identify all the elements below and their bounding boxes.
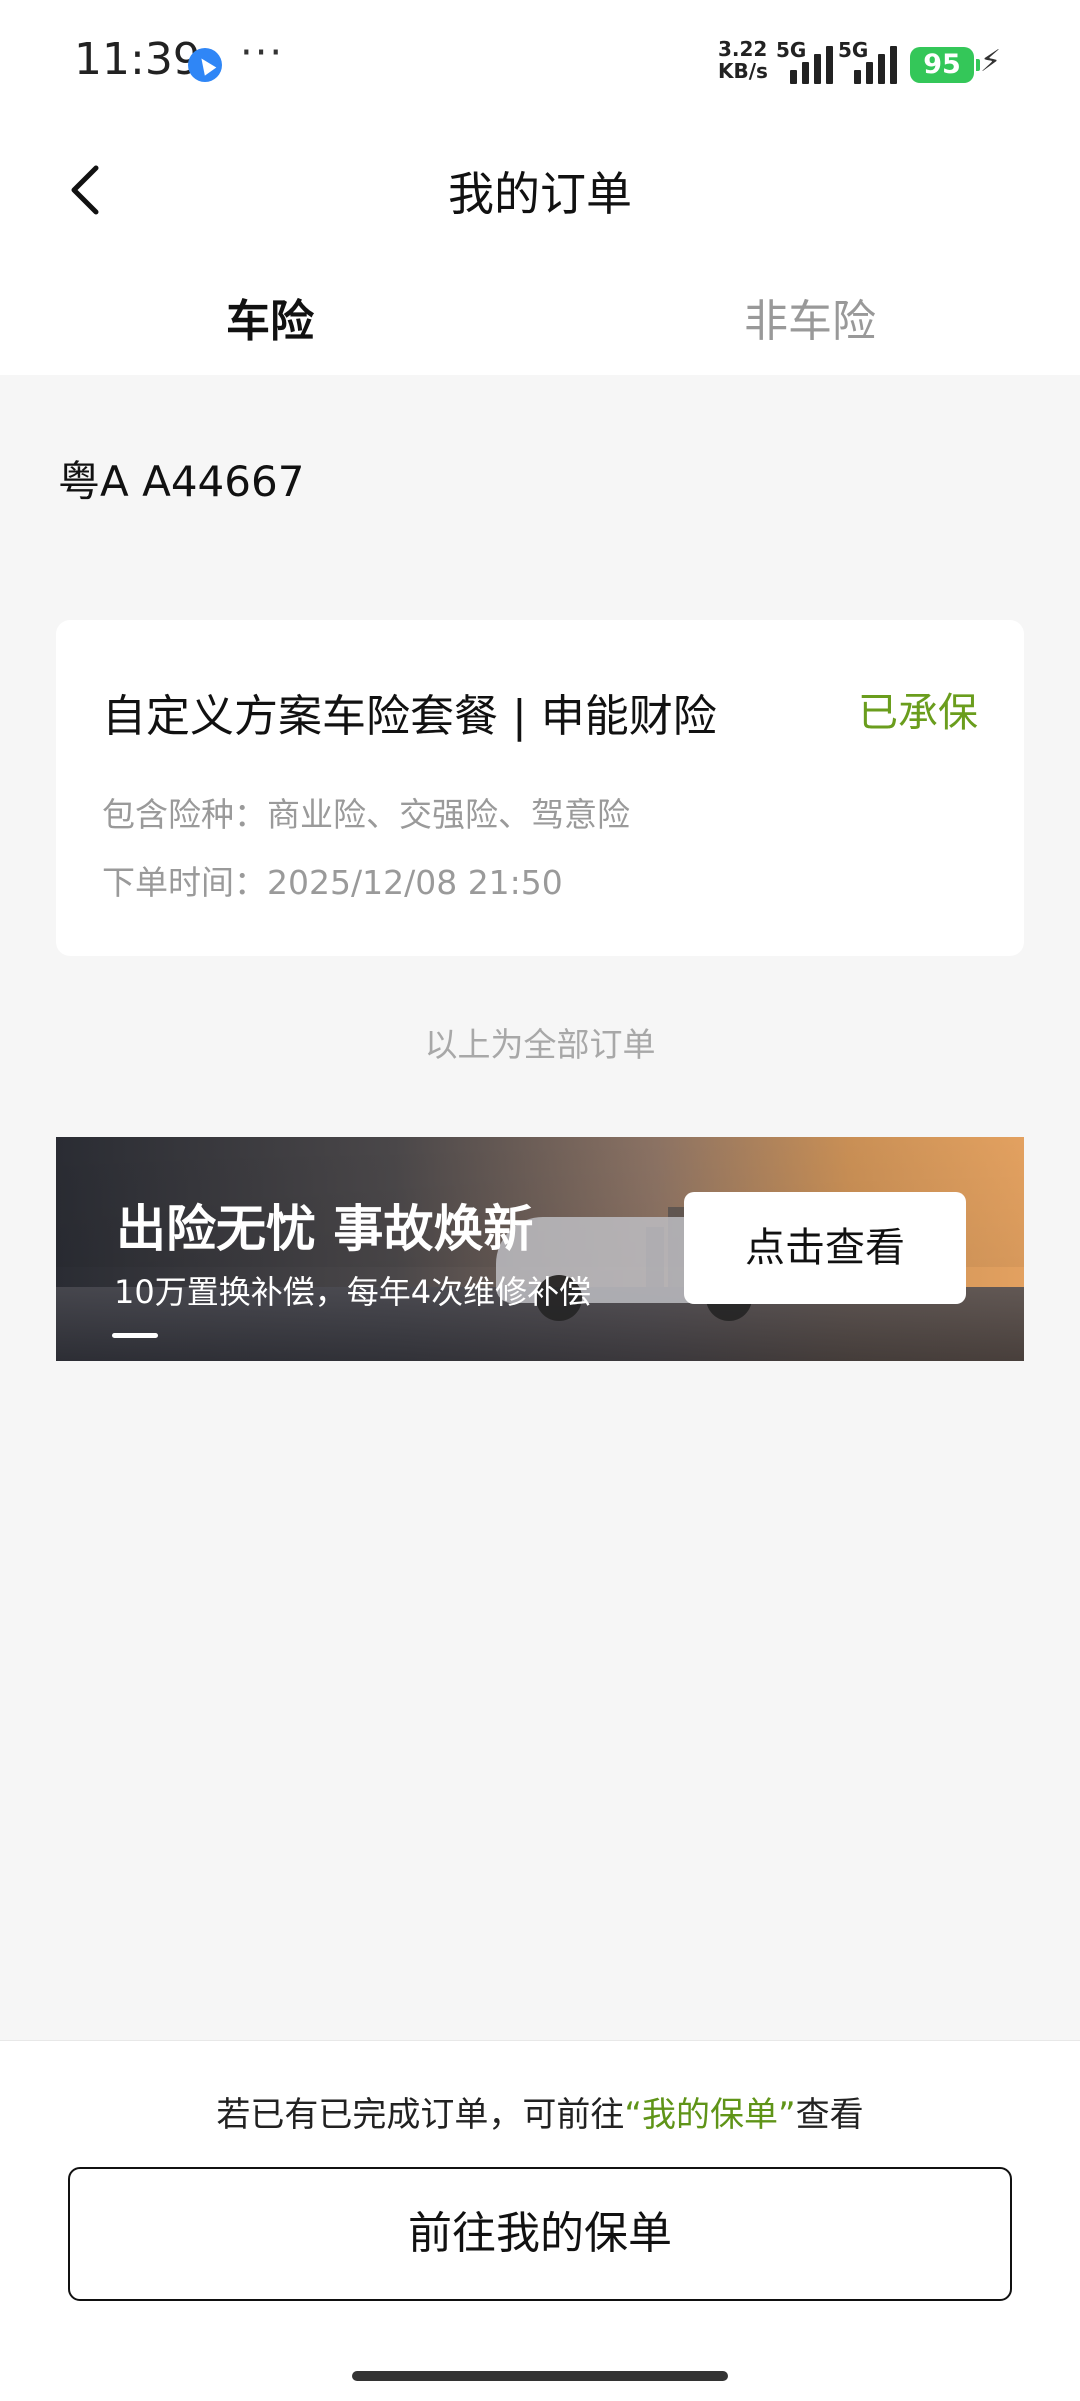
- network-speed-unit: KB/s: [718, 59, 768, 83]
- policy-hint: 若已有已完成订单，可前往“我的保单”查看: [0, 2087, 1080, 2136]
- order-title: 自定义方案车险套餐 | 申能财险: [102, 691, 717, 742]
- network-speed: 3.22 KB/s: [718, 38, 768, 82]
- policy-hint-prefix: 若已有已完成订单，可前往: [216, 2095, 625, 2135]
- order-coverage: 包含险种：商业险、交强险、驾意险: [102, 795, 630, 834]
- promo-banner[interactable]: 出险无忧 事故焕新 10万置换补偿，每年4次维修补偿 点击查看: [56, 1137, 1024, 1361]
- tab-non-car-insurance[interactable]: 非车险: [540, 285, 1080, 349]
- status-time: 11:39: [74, 34, 201, 85]
- banner-view-button[interactable]: 点击查看: [684, 1192, 966, 1304]
- network-speed-value: 3.22: [718, 37, 768, 61]
- order-card[interactable]: 自定义方案车险套餐 | 申能财险 已承保 包含险种：商业险、交强险、驾意险 下单…: [56, 620, 1024, 956]
- home-indicator[interactable]: [352, 2371, 728, 2381]
- tab-car-insurance[interactable]: 车险: [0, 285, 540, 349]
- go-to-my-policy-button[interactable]: 前往我的保单: [68, 2167, 1012, 2301]
- banner-title: 出险无忧 事故焕新: [116, 1200, 534, 1258]
- order-time: 下单时间：2025/12/08 21:50: [102, 863, 563, 902]
- license-plate: 粤A A44667: [58, 457, 305, 506]
- signal-strength-icon-2: 5G: [838, 38, 900, 84]
- banner-subtitle: 10万置换补偿，每年4次维修补偿: [114, 1273, 592, 1311]
- order-status-badge: 已承保: [858, 690, 978, 736]
- signal-strength-icon-1: 5G: [776, 38, 838, 84]
- battery-icon: 95: [910, 47, 980, 83]
- charging-icon: ⚡: [980, 44, 1002, 79]
- bottom-panel: 若已有已完成订单，可前往“我的保单”查看 前往我的保单: [0, 2040, 1080, 2401]
- end-of-list-note: 以上为全部订单: [424, 1025, 656, 1064]
- navigation-app-icon: [188, 48, 222, 82]
- policy-hint-suffix: 查看: [795, 2095, 864, 2135]
- my-policy-link[interactable]: “我的保单”: [624, 2095, 795, 2135]
- banner-carousel-indicator: [112, 1333, 158, 1338]
- status-bar: 11:39 ··· 3.22 KB/s 5G 5G 95 ⚡: [0, 0, 1080, 130]
- more-notifications-icon: ···: [240, 30, 285, 76]
- page-title: 我的订单: [448, 167, 632, 221]
